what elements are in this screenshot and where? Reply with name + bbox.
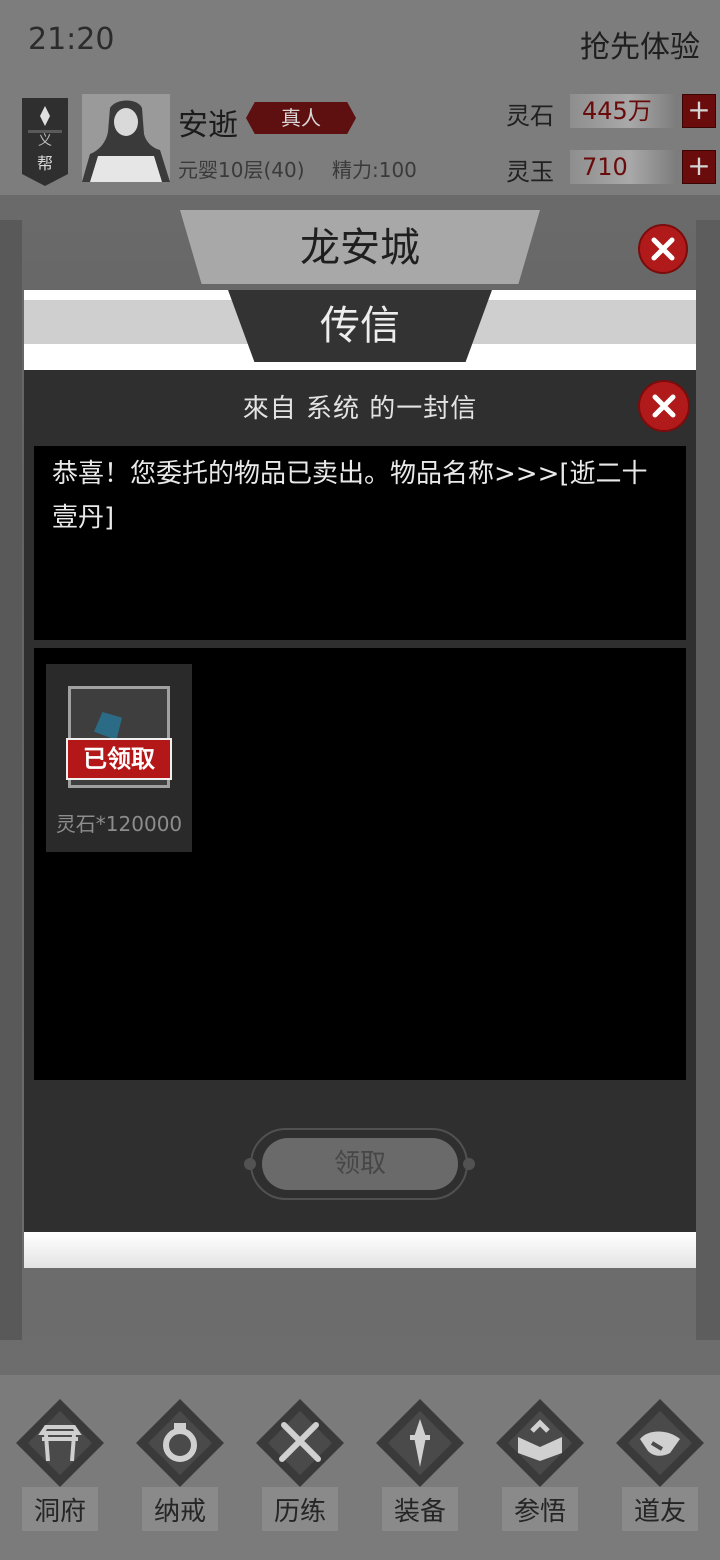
player-tag-badge: 真人 bbox=[246, 102, 356, 134]
nav-label-training: 历练 bbox=[273, 1497, 326, 1527]
modal-bottom-frame bbox=[24, 1232, 696, 1268]
guild-banner-top-text: 义 bbox=[38, 133, 52, 149]
nav-label-friends: 道友 bbox=[633, 1497, 686, 1527]
open-book-icon bbox=[496, 1399, 584, 1487]
nav-item-insight[interactable]: 参悟 bbox=[480, 1375, 600, 1545]
nav-label-ring: 纳戒 bbox=[153, 1497, 206, 1527]
status-time: 21:20 bbox=[28, 22, 115, 57]
mail-message-text: 恭喜！您委托的物品已卖出。物品名称>>>[逝二十壹丹] bbox=[52, 459, 648, 533]
nav-item-friends[interactable]: 道友 bbox=[600, 1375, 720, 1545]
claim-button[interactable]: 领取 bbox=[262, 1138, 458, 1190]
early-access-label: 抢先体验 bbox=[580, 30, 700, 65]
close-city-icon[interactable] bbox=[638, 224, 688, 274]
close-mail-icon[interactable] bbox=[638, 380, 690, 432]
player-stamina: 精力:100 bbox=[332, 158, 417, 182]
button-left-knob bbox=[244, 1158, 256, 1170]
player-name: 安逝 bbox=[178, 108, 238, 143]
player-avatar[interactable] bbox=[82, 94, 170, 182]
character-portrait-icon bbox=[82, 94, 170, 182]
add-spirit-stone-button[interactable]: + bbox=[682, 94, 716, 128]
city-title: 龙安城 bbox=[300, 225, 420, 271]
handshake-icon bbox=[616, 1399, 704, 1487]
nav-item-training[interactable]: 历练 bbox=[240, 1375, 360, 1545]
nav-label-equipment: 装备 bbox=[393, 1497, 446, 1527]
plus-icon: + bbox=[687, 93, 711, 126]
scene-right-edge bbox=[696, 220, 720, 1340]
guild-banner-bottom-text: 帮 bbox=[36, 154, 53, 173]
crossed-swords-icon bbox=[256, 1399, 344, 1487]
spirit-stone-value: 445万 bbox=[570, 94, 678, 128]
attachment-label: 灵石*120000 bbox=[55, 812, 183, 836]
button-right-knob bbox=[463, 1158, 475, 1170]
plus-icon: + bbox=[687, 149, 711, 182]
modal-title: 传信 bbox=[320, 303, 400, 349]
nav-item-cave[interactable]: 洞府 bbox=[0, 1375, 120, 1545]
nav-label-cave: 洞府 bbox=[33, 1497, 86, 1527]
bottom-nav: 洞府 纳戒 历练 装备 参悟 道友 bbox=[0, 1375, 720, 1560]
spirit-stone-label: 灵石 bbox=[506, 102, 554, 130]
spirit-jade-label: 灵玉 bbox=[506, 158, 554, 186]
spirit-jade-value: 710 bbox=[570, 150, 678, 184]
sword-equipment-icon bbox=[376, 1399, 464, 1487]
cave-gate-icon bbox=[16, 1399, 104, 1487]
add-spirit-jade-button[interactable]: + bbox=[682, 150, 716, 184]
player-level: 元婴10层(40) bbox=[178, 158, 305, 182]
nav-item-ring[interactable]: 纳戒 bbox=[120, 1375, 240, 1545]
nav-label-insight: 参悟 bbox=[513, 1497, 566, 1527]
nav-item-equipment[interactable]: 装备 bbox=[360, 1375, 480, 1545]
ring-icon bbox=[136, 1399, 224, 1487]
scene-left-edge bbox=[0, 220, 22, 1340]
claimed-stamp: 已领取 bbox=[66, 738, 172, 780]
mail-sender-header: 來自 系统 的一封信 bbox=[242, 394, 478, 424]
